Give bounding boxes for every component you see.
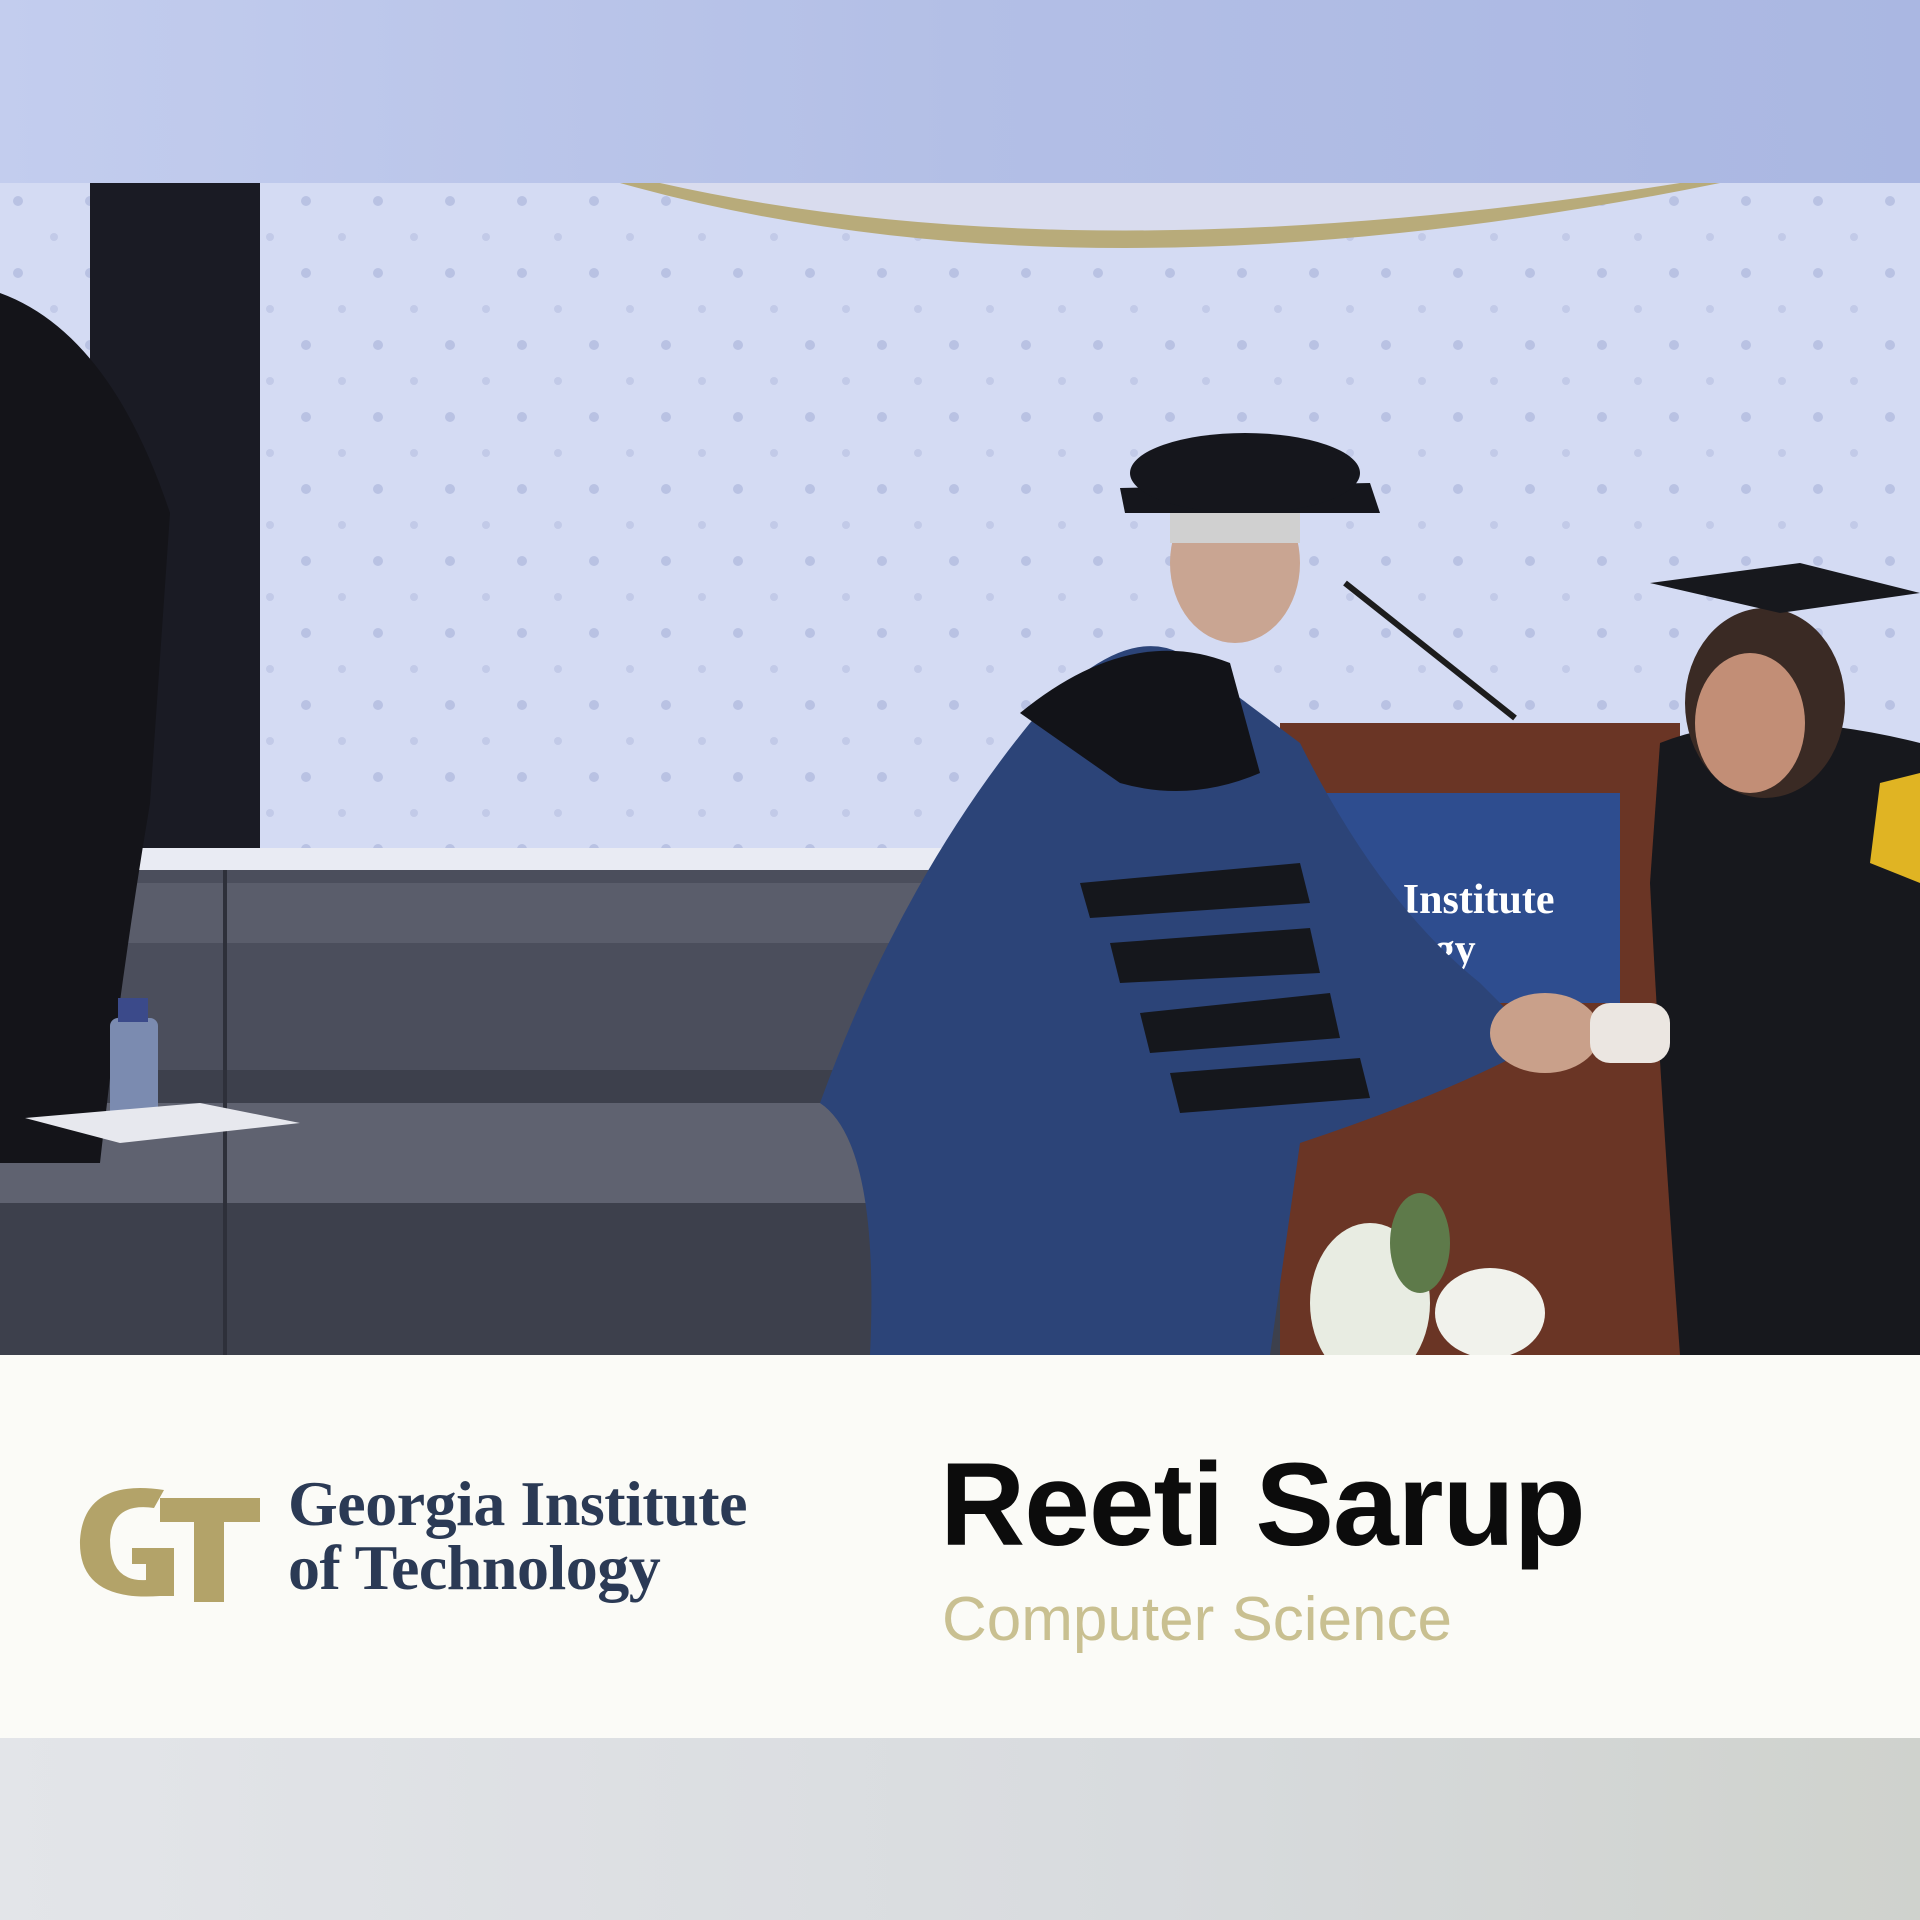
graduate-name: Reeti Sarup bbox=[940, 1439, 1586, 1571]
institute-line1: Georgia Institute bbox=[288, 1468, 748, 1539]
top-blur-band bbox=[0, 0, 1920, 183]
bottom-blur-band bbox=[0, 1738, 1920, 1920]
ceremony-photo: rgia Institute ology bbox=[0, 183, 1920, 1355]
graduate-major: Computer Science bbox=[942, 1585, 1453, 1654]
institute-wordmark: Georgia Institute of Technology bbox=[288, 1472, 848, 1600]
institute-line2: of Technology bbox=[288, 1532, 661, 1603]
gt-logo-icon bbox=[79, 1488, 260, 1602]
ceremony-scene: rgia Institute ology bbox=[0, 183, 1920, 1355]
